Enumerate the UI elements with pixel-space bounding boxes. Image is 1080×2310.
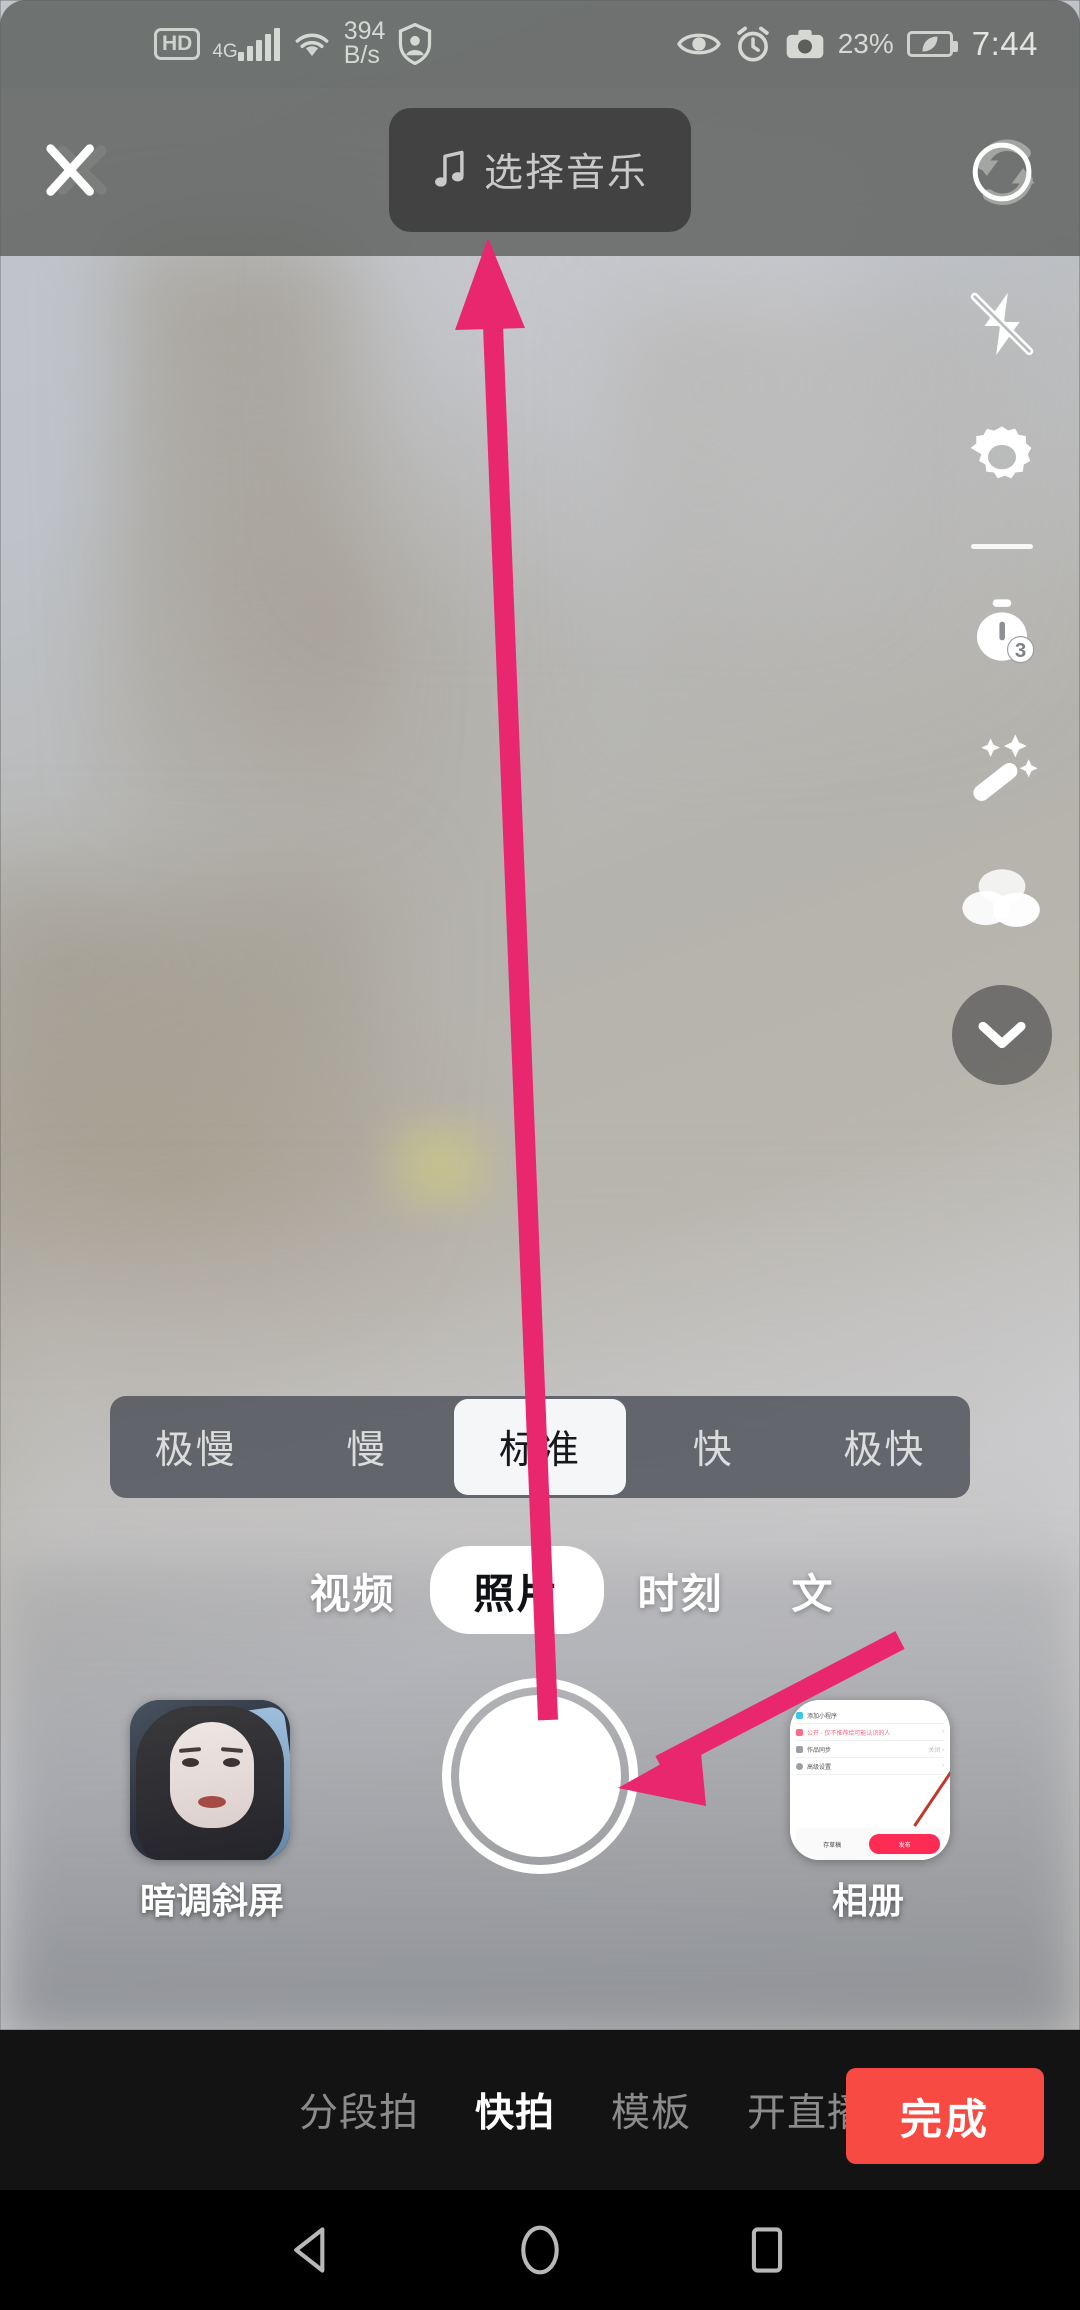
- select-music-label: 选择音乐: [483, 152, 648, 195]
- chevron-down-icon: [978, 1021, 1026, 1049]
- chevron-right-icon: ›: [942, 1763, 944, 1769]
- speed-option-1[interactable]: 慢: [281, 1396, 452, 1498]
- select-music-button[interactable]: 选择音乐: [389, 108, 691, 232]
- shutter-button[interactable]: [442, 1678, 638, 1874]
- flash-off-icon: [970, 292, 1034, 356]
- status-bar-right: 23% 7:44: [676, 25, 1038, 63]
- phone-screen: HD 4G 394 B/s 23% 7:44 选择音乐 3 极慢 慢 标准 快 …: [0, 0, 1080, 2310]
- speed-option-0[interactable]: 极慢: [110, 1396, 281, 1498]
- alarm-icon: [737, 26, 769, 62]
- svg-text:3: 3: [1015, 640, 1026, 662]
- speed-option-3[interactable]: 快: [628, 1396, 799, 1498]
- music-note-icon: [435, 150, 464, 187]
- filters-button[interactable]: [940, 847, 1064, 951]
- list-item: 高级设置 ›: [796, 1758, 944, 1775]
- hd-icon: HD: [154, 28, 201, 60]
- back-button[interactable]: [258, 2195, 368, 2305]
- list-item: 添加小程序: [796, 1707, 944, 1724]
- flash-off-button[interactable]: [940, 272, 1064, 376]
- bottom-nav-items: 分段拍 快拍 模板 开直播: [299, 2082, 867, 2138]
- tab-photo[interactable]: 照片: [429, 1546, 604, 1634]
- close-icon: [46, 144, 107, 196]
- album-preview-footer: 存草稿 发布: [796, 1828, 944, 1860]
- album-thumbnail-button[interactable]: 添加小程序 公开 - 仅不推荐给可能认识的人 › 作品同步 关闭 › 高级设置 …: [790, 1700, 950, 1860]
- beauty-button[interactable]: [940, 713, 1064, 817]
- tab-text[interactable]: 文: [758, 1560, 835, 1620]
- album-preview-row-text: 添加小程序: [807, 1713, 838, 1720]
- effect-label: 暗调斜屏: [139, 1880, 284, 1921]
- privacy-shield-icon: [399, 23, 432, 65]
- screenshot-camera-icon: [786, 29, 824, 59]
- album-preview-row-text: 高级设置: [807, 1764, 832, 1771]
- album-preview-row-text: 作品同步: [807, 1747, 832, 1754]
- beauty-wand-icon: [973, 734, 1038, 801]
- filter-circles-icon: [962, 869, 1040, 927]
- list-item: 作品同步 关闭 ›: [796, 1741, 944, 1758]
- signal-icon: 4G: [212, 27, 280, 62]
- chevron-right-icon: ›: [942, 1729, 944, 1735]
- album-preview-publish-label: 发布: [869, 1834, 940, 1854]
- album-preview-image: 添加小程序 公开 - 仅不推荐给可能认识的人 › 作品同步 关闭 › 高级设置 …: [790, 1700, 950, 1860]
- bottom-nav-quickshot[interactable]: 快拍: [475, 2082, 555, 2138]
- status-bar: HD 4G 394 B/s 23% 7:44: [0, 0, 1080, 88]
- toolbar-divider: [971, 544, 1033, 549]
- bottom-nav-template[interactable]: 模板: [611, 2082, 691, 2138]
- album-label: 相册: [831, 1880, 904, 1921]
- data-rate-icon: 394 B/s: [343, 19, 386, 69]
- camera-tools-sidebar: 3: [940, 272, 1064, 1085]
- list-item: 公开 - 仅不推荐给可能认识的人 ›: [796, 1724, 944, 1741]
- capture-controls-row: 暗调斜屏 添加小程序 公开 - 仅不推荐给可能认识的人 › 作品同步 关闭 › …: [0, 1650, 1080, 1980]
- network-type-label: 4G: [212, 41, 238, 62]
- effect-preview-image: [130, 1700, 290, 1860]
- top-bar: 选择音乐: [0, 88, 1080, 256]
- home-button[interactable]: [485, 2195, 595, 2305]
- recents-square-icon: [751, 2227, 782, 2273]
- speed-option-4[interactable]: 极快: [799, 1396, 970, 1498]
- clock-label: 7:44: [971, 25, 1038, 62]
- data-rate-unit: B/s: [343, 41, 380, 69]
- settings-gear-icon: [970, 426, 1032, 479]
- speed-option-2[interactable]: 标准: [454, 1399, 626, 1495]
- shutter-inner-circle: [459, 1695, 621, 1857]
- done-button[interactable]: 完成: [846, 2068, 1044, 2164]
- bottom-mode-bar: 分段拍 快拍 模板 开直播 完成: [0, 2030, 1080, 2190]
- wifi-icon: [295, 33, 329, 56]
- album-preview-draft-label: 存草稿: [823, 1842, 842, 1849]
- close-button[interactable]: [30, 126, 122, 218]
- tab-video[interactable]: 视频: [276, 1560, 430, 1620]
- timer-icon: 3: [976, 599, 1035, 664]
- settings-button[interactable]: [940, 406, 1064, 510]
- tab-moment[interactable]: 时刻: [604, 1560, 758, 1620]
- camera-flip-icon: [972, 139, 1035, 206]
- battery-saver-icon: [906, 31, 958, 57]
- preview-blur-shape: [380, 1120, 500, 1210]
- status-bar-left: HD 4G 394 B/s: [154, 19, 433, 69]
- speed-selector: 极慢 慢 标准 快 极快: [110, 1396, 970, 1498]
- collapse-tools-button[interactable]: [952, 985, 1052, 1085]
- home-circle-icon: [521, 2225, 559, 2275]
- chevron-right-icon: 关闭 ›: [928, 1747, 944, 1754]
- capture-mode-tabs: 视频 照片 时刻 文: [0, 1530, 1080, 1650]
- bottom-nav-segmented[interactable]: 分段拍: [299, 2082, 419, 2138]
- album-preview-row-text: 公开 - 仅不推荐给可能认识的人: [807, 1730, 891, 1737]
- effect-thumbnail-button[interactable]: [130, 1700, 290, 1860]
- timer-button[interactable]: 3: [940, 579, 1064, 683]
- recents-button[interactable]: [712, 2195, 822, 2305]
- battery-percent-label: 23%: [837, 28, 894, 59]
- camera-flip-button[interactable]: [956, 124, 1052, 220]
- system-navigation-bar: [0, 2190, 1080, 2310]
- eye-protect-icon: [676, 33, 721, 55]
- back-triangle-icon: [294, 2227, 325, 2273]
